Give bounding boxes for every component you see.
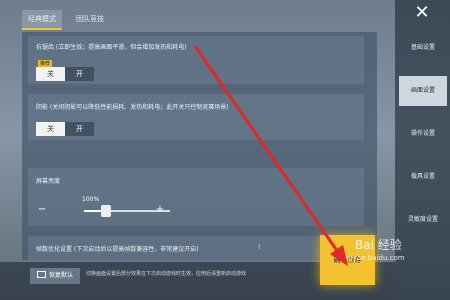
arrow-head (330, 245, 348, 266)
annotation-arrow (193, 45, 348, 266)
arrow-shaft (193, 45, 342, 256)
